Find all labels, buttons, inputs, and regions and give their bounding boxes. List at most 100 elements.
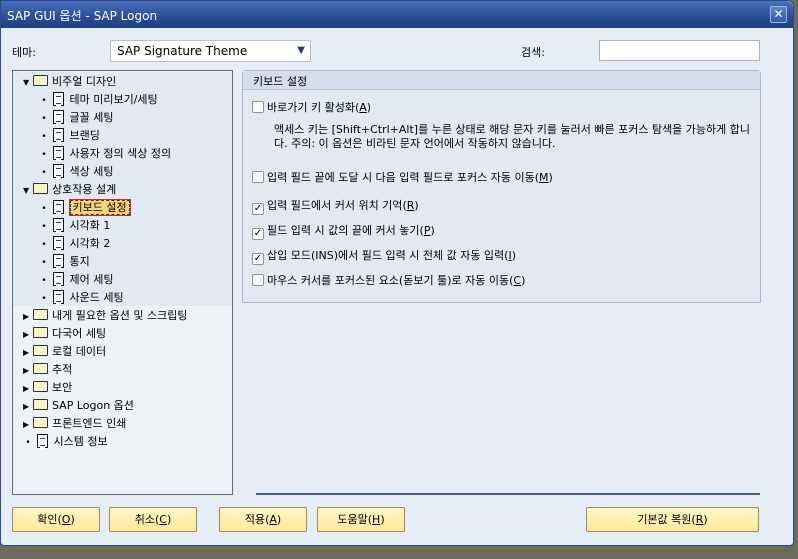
apply-button[interactable]: 적용(A) xyxy=(219,507,307,532)
folder-icon xyxy=(33,363,48,374)
ok-button[interactable]: 확인(O) xyxy=(12,507,100,532)
access-key: R xyxy=(695,513,704,526)
tree-item-label: 시스템 정보 xyxy=(53,435,108,448)
tree-item-label: 비주얼 디자인 xyxy=(52,75,117,88)
unchecked-checkbox-icon[interactable] xyxy=(252,274,264,286)
document-icon xyxy=(52,218,64,232)
tree-item-label: 색상 세팅 xyxy=(69,165,114,178)
tree-item[interactable]: • 시스템 정보 xyxy=(23,433,108,451)
tree-item[interactable]: • 글꼴 세팅 xyxy=(39,109,113,127)
option-checkbox[interactable]: ✓ 필드 입력 시 값의 끝에 커서 놓기(P) xyxy=(252,222,435,240)
title-bar: SAP GUI 옵션 - SAP Logon ✕ xyxy=(1,1,793,28)
tree-item[interactable]: • 테마 미리보기/세팅 xyxy=(39,91,158,109)
close-icon[interactable]: ✕ xyxy=(770,6,787,23)
tree-item-label: 테마 미리보기/세팅 xyxy=(69,93,158,106)
search-input[interactable] xyxy=(599,40,760,61)
document-icon xyxy=(52,290,64,304)
tree-item-label: SAP Logon 옵션 xyxy=(52,399,134,412)
collapsed-arrow-icon[interactable]: ▶ xyxy=(23,326,33,344)
theme-label: 테마: xyxy=(12,46,36,59)
folder-icon xyxy=(33,345,48,356)
checked-checkbox-icon[interactable]: ✓ xyxy=(252,203,264,215)
access-key: O xyxy=(61,513,71,526)
collapsed-arrow-icon[interactable]: ▶ xyxy=(23,398,33,416)
unchecked-checkbox-icon[interactable] xyxy=(252,101,264,113)
tree-item-label: 상호작용 설계 xyxy=(52,183,117,196)
cancel-button[interactable]: 취소(C) xyxy=(109,507,197,532)
folder-icon xyxy=(33,309,48,320)
tree-item-label: 글꼴 세팅 xyxy=(69,111,114,124)
tree-item-label: 다국어 세팅 xyxy=(52,327,107,340)
help-button[interactable]: 도움말(H) xyxy=(317,507,405,532)
collapsed-arrow-icon[interactable]: ▶ xyxy=(23,362,33,380)
option-checkbox[interactable]: 바로가기 키 활성화(A) xyxy=(252,99,371,115)
tree-item[interactable]: • 브랜딩 xyxy=(39,127,100,145)
tree-item-label: 사운드 세팅 xyxy=(69,291,124,304)
checked-checkbox-icon[interactable]: ✓ xyxy=(252,228,264,240)
tree-item[interactable]: • 시각화 1 xyxy=(39,217,110,235)
bullet-icon: • xyxy=(41,258,47,268)
option-label: 입력 필드에서 커서 위치 기억 xyxy=(267,199,403,212)
tree-item[interactable]: • 키보드 설정 xyxy=(39,199,131,217)
collapsed-arrow-icon[interactable]: ▶ xyxy=(23,416,33,434)
option-checkbox[interactable]: ✓ 삽입 모드(INS)에서 필드 입력 시 전체 값 자동 입력(I) xyxy=(252,247,516,265)
tree-item[interactable]: • 색상 세팅 xyxy=(39,163,113,181)
expanded-arrow-icon[interactable]: ▼ xyxy=(23,182,33,200)
folder-icon xyxy=(33,381,48,392)
bullet-icon: • xyxy=(41,276,47,286)
checked-checkbox-icon[interactable]: ✓ xyxy=(252,253,264,265)
search-label: 검색: xyxy=(521,46,545,59)
option-label: 입력 필드 끝에 도달 시 다음 입력 필드로 포커스 자동 이동 xyxy=(267,171,535,184)
tree-item[interactable]: • 통지 xyxy=(39,253,90,271)
access-key: C xyxy=(159,513,167,526)
bullet-icon: • xyxy=(25,438,31,448)
document-icon xyxy=(52,200,64,214)
access-key: I xyxy=(508,249,512,262)
button-label: 기본값 복원 xyxy=(637,513,692,526)
tree-item[interactable]: • 시각화 2 xyxy=(39,235,110,253)
document-icon xyxy=(52,128,64,142)
option-checkbox[interactable]: 입력 필드 끝에 도달 시 다음 입력 필드로 포커스 자동 이동(M) xyxy=(252,169,553,185)
document-icon xyxy=(52,236,64,250)
tree-item-label: 추적 xyxy=(52,363,73,376)
option-label: 삽입 모드(INS)에서 필드 입력 시 전체 값 자동 입력 xyxy=(267,249,505,262)
bullet-icon: • xyxy=(41,204,47,214)
button-label: 적용 xyxy=(244,513,266,526)
collapsed-arrow-icon[interactable]: ▶ xyxy=(23,308,33,326)
tree-item[interactable]: ▶ 보안 xyxy=(23,379,72,397)
tree-item[interactable]: • 사운드 세팅 xyxy=(39,289,124,307)
options-tree: ▼ 비주얼 디자인 • 테마 미리보기/세팅 • 글꼴 세팅 • 브랜딩 • 사용자 정의… xyxy=(12,70,233,495)
access-key-description: 액세스 키는 [Shift+Ctrl+Alt]를 누른 상태로 해당 문자 키를… xyxy=(274,123,751,150)
tree-item[interactable]: • 제어 세팅 xyxy=(39,271,113,289)
option-label: 필드 입력 시 값의 끝에 커서 놓기 xyxy=(267,224,420,237)
bullet-icon: • xyxy=(41,168,47,178)
document-icon xyxy=(52,146,64,160)
collapsed-arrow-icon[interactable]: ▶ xyxy=(23,380,33,398)
tree-item[interactable]: ▶ 로컬 데이터 xyxy=(23,343,106,361)
theme-dropdown[interactable]: SAP Signature Theme ▼ xyxy=(110,40,311,62)
access-key: A xyxy=(359,101,367,114)
unchecked-checkbox-icon[interactable] xyxy=(252,171,264,183)
tree-item-label: 로컬 데이터 xyxy=(52,345,107,358)
option-checkbox[interactable]: 마우스 커서를 포커스된 요소(돋보기 툴)로 자동 이동(C) xyxy=(252,272,525,288)
tree-item[interactable]: • 사용자 정의 색상 정의 xyxy=(39,145,171,163)
tree-item[interactable]: ▼ 비주얼 디자인 xyxy=(23,73,116,91)
collapsed-arrow-icon[interactable]: ▶ xyxy=(23,344,33,362)
tree-item[interactable]: ▶ 다국어 세팅 xyxy=(23,325,106,343)
bullet-icon: • xyxy=(41,294,47,304)
tree-item[interactable]: ▶ 프론트엔드 인쇄 xyxy=(23,415,126,433)
access-key: R xyxy=(406,199,415,212)
tree-item[interactable]: ▼ 상호작용 설계 xyxy=(23,181,116,199)
folder-icon xyxy=(33,75,48,86)
document-icon xyxy=(36,434,48,448)
access-key: C xyxy=(513,274,522,287)
folder-icon xyxy=(33,183,48,194)
tree-item[interactable]: ▶ SAP Logon 옵션 xyxy=(23,397,134,415)
option-checkbox[interactable]: ✓ 입력 필드에서 커서 위치 기억(R) xyxy=(252,197,419,215)
tree-item[interactable]: ▶ 내게 필요한 옵션 및 스크립팅 xyxy=(23,307,187,325)
bullet-icon: • xyxy=(41,132,47,142)
access-key: P xyxy=(423,224,431,237)
expanded-arrow-icon[interactable]: ▼ xyxy=(23,74,33,92)
tree-item[interactable]: ▶ 추적 xyxy=(23,361,72,379)
restore-defaults-button[interactable]: 기본값 복원(R) xyxy=(586,507,759,532)
